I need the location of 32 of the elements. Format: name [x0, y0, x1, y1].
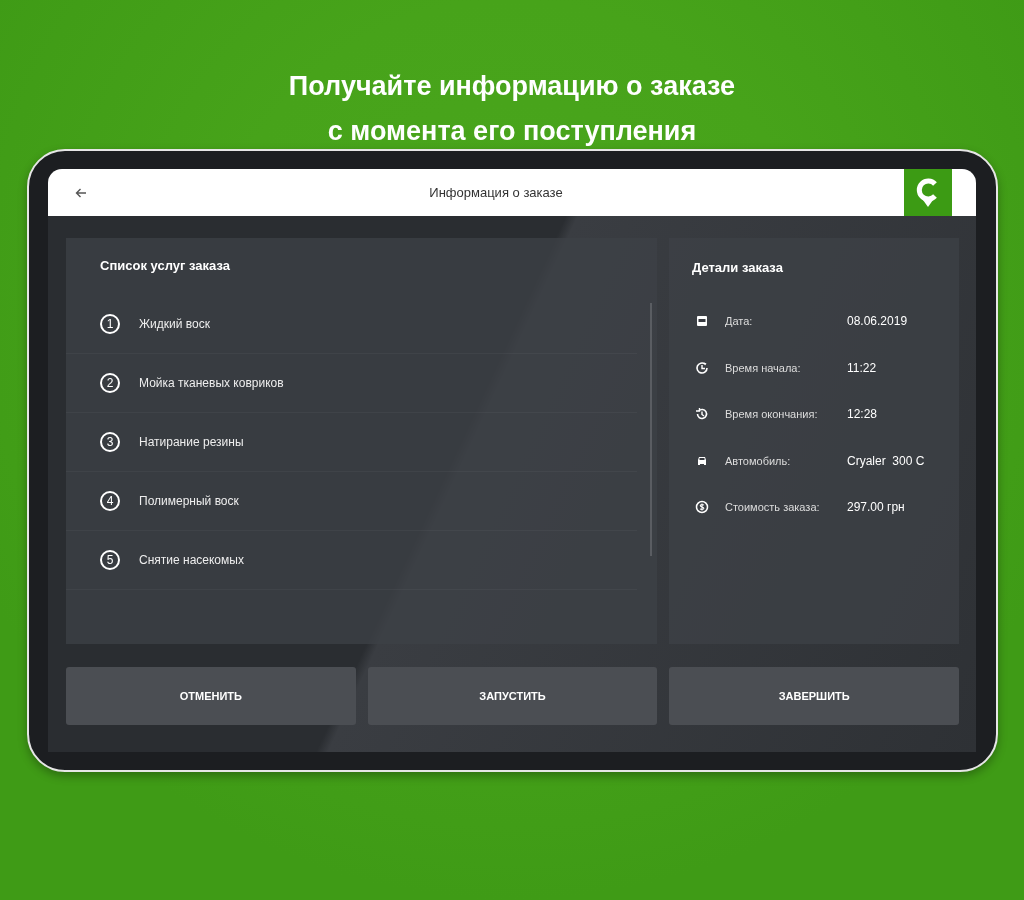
detail-label: Дата:	[725, 315, 754, 328]
detail-label: Время окончания:	[725, 408, 819, 421]
coin-icon	[695, 500, 709, 515]
calendar-icon	[695, 314, 709, 329]
detail-value: Cryaler 300 C	[847, 453, 925, 468]
service-name: Снятие насекомых	[139, 553, 244, 567]
service-name: Полимерный воск	[139, 494, 239, 508]
screen-title: Информация о заказе	[428, 185, 564, 200]
number-circle: 3	[100, 432, 120, 452]
detail-label: Стоимость заказа:	[725, 501, 821, 514]
number-circle: 1	[100, 314, 120, 334]
service-name: Жидкий воск	[139, 317, 210, 331]
panel-title: Список услуг заказа	[100, 258, 230, 273]
detail-label: Автомобиль:	[725, 454, 792, 467]
detail-value: 08.06.2019	[847, 314, 908, 329]
action-button[interactable]: ЗАПУСТИТЬ	[367, 667, 658, 725]
detail-value: 12:28	[847, 407, 878, 422]
panel-title: Детали заказа	[692, 260, 783, 275]
clock-icon	[695, 360, 709, 375]
headline: с момента его поступления	[327, 115, 697, 148]
detail-label: Время начала:	[725, 361, 802, 374]
number-circle: 4	[100, 491, 120, 511]
service-name: Натирание резины	[139, 435, 244, 449]
number-circle: 2	[100, 373, 120, 393]
action-button[interactable]: ЗАВЕРШИТЬ	[669, 667, 959, 725]
history-icon	[695, 407, 709, 422]
service-name: Мойка тканевых ковриков	[139, 376, 284, 390]
detail-value: 297.00 грн	[847, 500, 905, 515]
action-button[interactable]: ОТМЕНИТЬ	[66, 667, 356, 725]
headline: Получайте информацию о заказе	[288, 70, 736, 103]
detail-value: 11:22	[847, 360, 877, 375]
number-circle: 5	[100, 550, 120, 570]
